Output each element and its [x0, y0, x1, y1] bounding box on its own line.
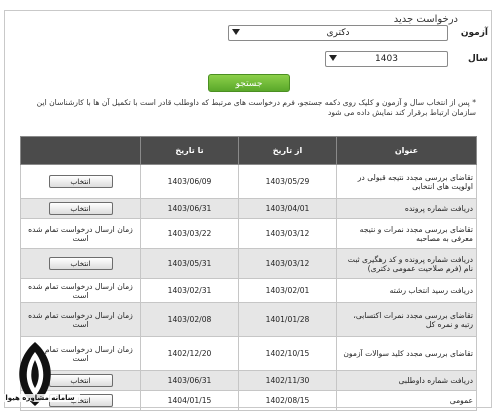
exam-label: آزمون: [460, 28, 488, 38]
table-row: دریافت شماره پرونده 1403/04/01 1403/06/31 ا…: [20, 198, 477, 219]
row-title: دریافت شماره پرونده و کد رهگیری ثبت نام …: [336, 248, 477, 279]
row-action-cell: انتخاب: [20, 198, 141, 219]
row-title: دریافت شماره پرونده: [336, 198, 477, 219]
row-to-date: 1403/02/08: [140, 302, 239, 337]
year-row: سال 1403: [325, 51, 488, 67]
logo-text: سامانه مشاوره هیوا: [0, 394, 80, 402]
header-action: [20, 136, 141, 165]
table-row: تقاضای بررسی مجدد کلید سوالات آزمون 1402/…: [20, 336, 477, 371]
chevron-down-icon: [232, 29, 240, 35]
table-row: تقاضای بررسی مجدد نتیجه قبولی در اولویت …: [20, 164, 477, 199]
row-from-date: 1403/03/12: [238, 248, 337, 279]
search-button[interactable]: جستجو: [208, 74, 290, 92]
select-button[interactable]: انتخاب: [48, 202, 113, 215]
row-to-date: 1403/06/31: [140, 370, 239, 391]
select-button[interactable]: انتخاب: [48, 175, 113, 188]
row-to-date: 1403/06/31: [140, 198, 239, 219]
row-from-date: 1403/03/12: [238, 218, 337, 249]
row-to-date: 1403/03/22: [140, 218, 239, 249]
row-from-date: 1403/02/01: [238, 278, 337, 303]
header-from-date: از تاریخ: [238, 136, 337, 165]
row-to-date: 1403/02/31: [140, 278, 239, 303]
table-row: دریافت رسید انتخاب رشته 1403/02/01 1403/02…: [20, 278, 477, 303]
row-from-date: 1402/11/30: [238, 370, 337, 391]
row-title: تقاضای بررسی مجدد نتیجه قبولی در اولویت …: [336, 164, 477, 199]
table-row: دریافت شماره داوطلبی 1402/11/30 1403/06/31…: [20, 370, 477, 391]
row-to-date: 1403/05/31: [140, 248, 239, 279]
row-from-date: 1401/01/28: [238, 302, 337, 337]
chevron-down-icon: [329, 55, 337, 61]
table-row: تقاضای بررسی مجدد نمرات و نتیجه معرفی به…: [20, 218, 477, 249]
expired-notice: زمان ارسال درخواست تمام شده است: [28, 310, 133, 329]
panel-legend: درخواست جدید: [390, 14, 461, 25]
year-label: سال: [467, 54, 488, 64]
row-action-cell: زمان ارسال درخواست تمام شده است: [20, 278, 141, 303]
select-button[interactable]: انتخاب: [48, 257, 113, 270]
table-row: عمومی 1402/08/15 1404/01/15 انتخاب: [20, 390, 477, 411]
exam-select[interactable]: دکتری: [228, 25, 448, 41]
help-note: * پس از انتخاب سال و آزمون و کلیک روی دک…: [36, 98, 476, 117]
row-from-date: 1403/04/01: [238, 198, 337, 219]
header-to-date: تا تاریخ: [140, 136, 239, 165]
year-select[interactable]: 1403: [325, 51, 448, 67]
row-to-date: 1403/06/09: [140, 164, 239, 199]
row-from-date: 1403/05/29: [238, 164, 337, 199]
header-title: عنوان: [336, 136, 477, 165]
row-action-cell: زمان ارسال درخواست تمام شده است: [20, 302, 141, 337]
table-row: دریافت شماره پرونده و کد رهگیری ثبت نام …: [20, 248, 477, 279]
row-from-date: 1402/10/15: [238, 336, 337, 371]
row-action-cell: انتخاب: [20, 248, 141, 279]
requests-table: عنوان از تاریخ تا تاریخ تقاضای بررسی مجد…: [20, 136, 477, 411]
expired-notice: زمان ارسال درخواست تمام شده است: [28, 224, 133, 243]
table-header-row: عنوان از تاریخ تا تاریخ: [20, 136, 477, 165]
row-action-cell: انتخاب: [20, 164, 141, 199]
row-action-cell: زمان ارسال درخواست تمام شده است: [20, 218, 141, 249]
row-to-date: 1404/01/15: [140, 390, 239, 411]
table-row: تقاضای بررسی مجدد نمرات اکتسابی، رتبه و …: [20, 302, 477, 337]
exam-row: آزمون دکتری: [228, 25, 488, 41]
expired-notice: زمان ارسال درخواست تمام شده است: [28, 281, 133, 300]
year-select-value: 1403: [375, 54, 398, 64]
row-title: تقاضای بررسی مجدد نمرات و نتیجه معرفی به…: [336, 218, 477, 249]
row-title: تقاضای بررسی مجدد کلید سوالات آزمون: [336, 336, 477, 371]
row-title: عمومی: [336, 390, 477, 411]
row-to-date: 1402/12/20: [140, 336, 239, 371]
row-title: دریافت رسید انتخاب رشته: [336, 278, 477, 303]
row-title: دریافت شماره داوطلبی: [336, 370, 477, 391]
exam-select-value: دکتری: [326, 28, 350, 38]
row-from-date: 1402/08/15: [238, 390, 337, 411]
row-title: تقاضای بررسی مجدد نمرات اکتسابی، رتبه و …: [336, 302, 477, 337]
